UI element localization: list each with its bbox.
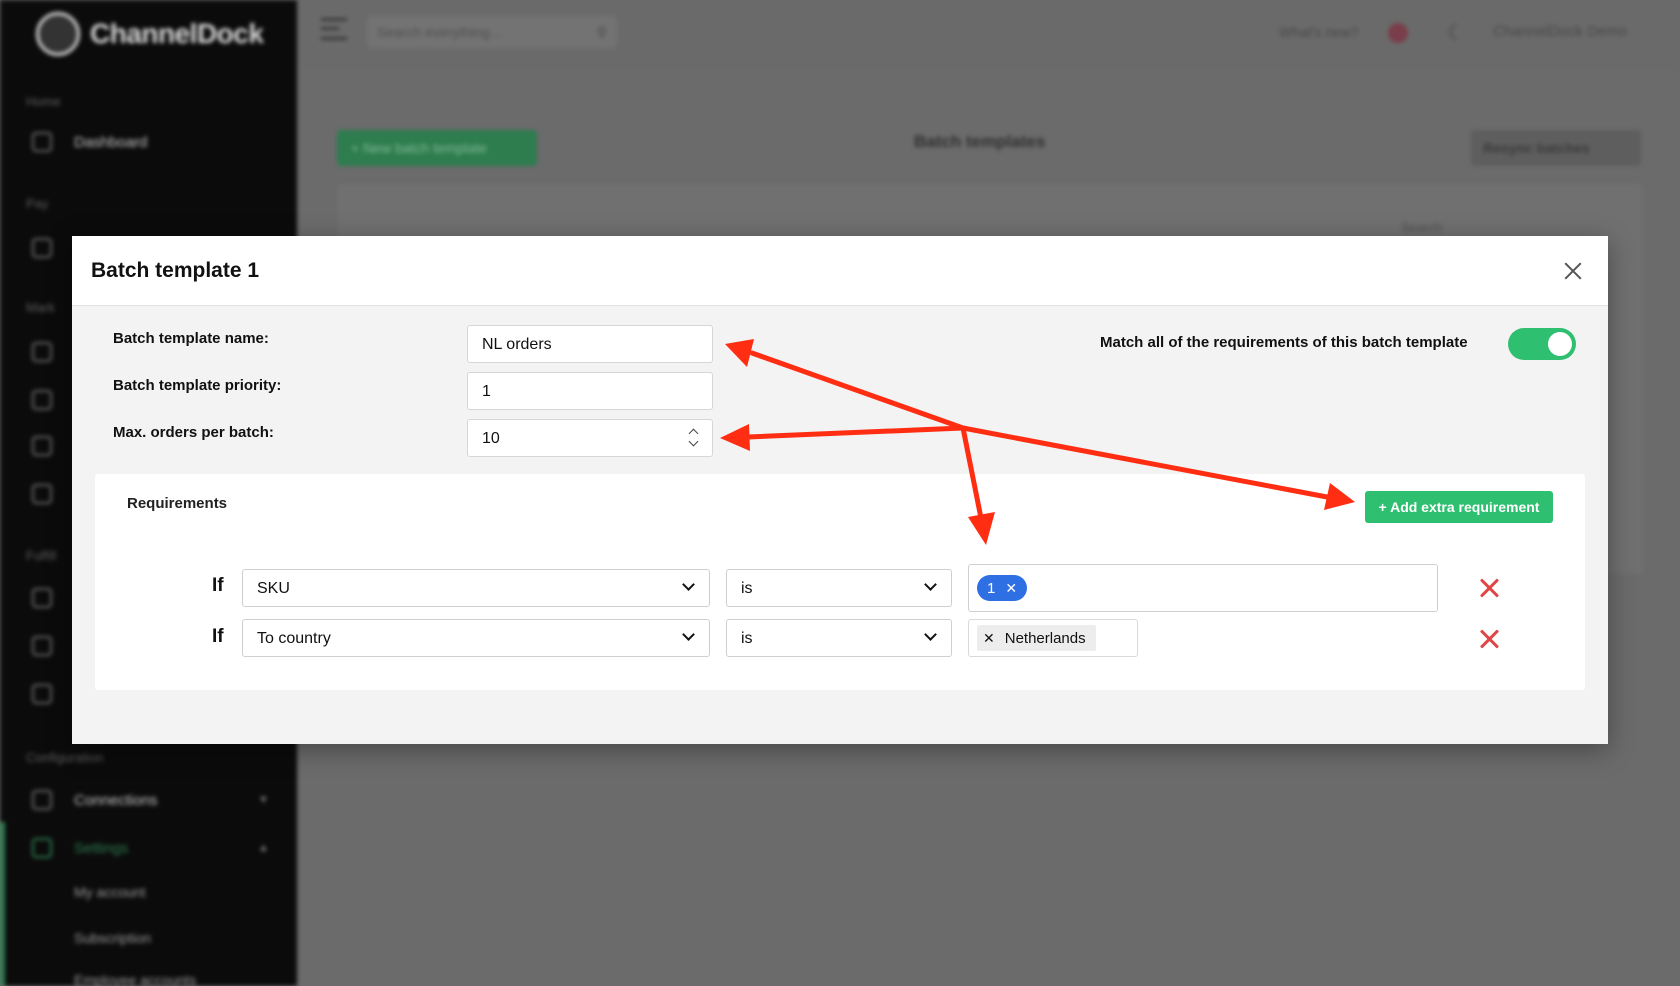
calendar-icon bbox=[32, 436, 52, 456]
sidebar-item-label: Dashboard bbox=[74, 133, 148, 151]
match-all-toggle[interactable] bbox=[1508, 328, 1576, 360]
template-priority-input[interactable]: 1 bbox=[467, 372, 713, 410]
settings-icon bbox=[32, 838, 52, 858]
delete-requirement-icon[interactable] bbox=[1477, 576, 1501, 600]
chevron-down-icon bbox=[924, 628, 937, 641]
active-indicator bbox=[0, 822, 5, 986]
globe-icon bbox=[32, 390, 52, 410]
menu-icon[interactable] bbox=[321, 18, 347, 40]
modal-title: Batch template 1 bbox=[91, 259, 260, 282]
template-priority-label: Batch template priority: bbox=[113, 377, 282, 394]
batch-template-modal: Batch template 1 Batch template name: NL… bbox=[72, 236, 1608, 744]
template-name-input[interactable]: NL orders bbox=[467, 325, 713, 363]
sidebar-item-1[interactable] bbox=[32, 342, 52, 362]
sidebar-subitem-employee-accounts[interactable]: Employee accounts bbox=[74, 972, 196, 986]
toggle-knob bbox=[1548, 332, 1572, 356]
remove-value-icon[interactable]: ✕ bbox=[983, 630, 995, 647]
max-orders-label: Max. orders per batch: bbox=[113, 424, 274, 441]
topbar: Search everything... ⚲ What's new? ☾ Cha… bbox=[297, 0, 1680, 66]
chevron-down-icon bbox=[924, 578, 937, 591]
settings-gear-icon bbox=[32, 684, 52, 704]
requirements-panel: Requirements + Add extra requirement If … bbox=[95, 474, 1585, 690]
logo-icon bbox=[36, 12, 80, 56]
requirement-if-label: If bbox=[212, 626, 224, 647]
close-icon[interactable] bbox=[1556, 254, 1590, 288]
value-tag-label: Netherlands bbox=[1004, 629, 1086, 647]
max-orders-value: 10 bbox=[482, 430, 500, 447]
dark-mode-icon[interactable]: ☾ bbox=[1447, 20, 1465, 45]
sidebar-item-2[interactable] bbox=[32, 390, 52, 410]
logo: ChannelDock bbox=[36, 12, 264, 56]
requirement-field-value: To country bbox=[257, 630, 331, 647]
delete-requirement-icon[interactable] bbox=[1477, 627, 1501, 651]
template-name-label: Batch template name: bbox=[113, 330, 269, 347]
sidebar-item-cart[interactable] bbox=[32, 238, 52, 258]
remove-value-icon[interactable]: ✕ bbox=[1005, 580, 1017, 597]
new-batch-template-button[interactable]: + New batch template bbox=[337, 130, 537, 166]
grid-icon bbox=[32, 588, 52, 608]
add-extra-requirement-button[interactable]: + Add extra requirement bbox=[1365, 491, 1553, 523]
resync-batches-button[interactable]: Resync batches bbox=[1471, 130, 1641, 166]
requirements-title: Requirements bbox=[127, 495, 228, 512]
requirement-operator-select[interactable]: is bbox=[726, 569, 952, 607]
chevron-down-icon bbox=[682, 578, 695, 591]
sidebar-section-mark: Mark bbox=[26, 300, 55, 315]
requirement-operator-value: is bbox=[741, 580, 753, 597]
chevron-up-icon: ▲ bbox=[258, 842, 269, 854]
page-title: Batch templates bbox=[914, 132, 1046, 151]
user-menu[interactable]: ChannelDock Demo bbox=[1493, 23, 1627, 40]
number-stepper-icon[interactable] bbox=[688, 429, 700, 447]
search-label: Search bbox=[1401, 220, 1443, 235]
sidebar-section-home: Home bbox=[26, 94, 61, 109]
sidebar-section-pay: Pay bbox=[26, 196, 49, 211]
requirement-operator-select[interactable]: is bbox=[726, 619, 952, 657]
sidebar-subitem-my-account[interactable]: My account bbox=[74, 884, 146, 900]
sidebar-item-3[interactable] bbox=[32, 436, 52, 456]
chat-icon bbox=[32, 636, 52, 656]
max-orders-input[interactable]: 10 bbox=[467, 419, 713, 457]
box-icon bbox=[32, 342, 52, 362]
value-pill-label: 1 bbox=[987, 579, 996, 597]
dashboard-icon bbox=[32, 132, 52, 152]
whats-new-link[interactable]: What's new? bbox=[1279, 24, 1359, 40]
requirement-field-value: SKU bbox=[257, 580, 290, 597]
sidebar-item-dashboard[interactable]: Dashboard bbox=[32, 132, 147, 152]
requirement-field-select[interactable]: SKU bbox=[242, 569, 710, 607]
search-input[interactable]: Search everything... ⚲ bbox=[367, 16, 617, 48]
search-icon: ⚲ bbox=[596, 24, 607, 40]
requirement-if-label: If bbox=[212, 575, 224, 596]
logo-text: ChannelDock bbox=[90, 18, 264, 49]
sidebar-item-label: Connections bbox=[74, 791, 158, 809]
flag-icon[interactable] bbox=[1388, 23, 1408, 43]
sidebar-section-configuration: Configuration bbox=[26, 750, 104, 765]
sync-icon bbox=[32, 484, 52, 504]
sidebar-item-4[interactable] bbox=[32, 484, 52, 504]
value-tag: ✕ Netherlands bbox=[977, 625, 1096, 651]
sidebar-item-7[interactable] bbox=[32, 684, 52, 704]
sidebar-item-connections[interactable]: Connections ▼ bbox=[32, 790, 269, 810]
requirement-field-select[interactable]: To country bbox=[242, 619, 710, 657]
match-all-label: Match all of the requirements of this ba… bbox=[1100, 334, 1468, 351]
value-pill: 1 ✕ bbox=[977, 575, 1028, 601]
sidebar-item-settings[interactable]: Settings ▲ bbox=[32, 838, 269, 858]
requirement-values-input[interactable]: 1 ✕ bbox=[968, 564, 1438, 612]
sidebar-item-6[interactable] bbox=[32, 636, 52, 656]
chevron-down-icon bbox=[682, 628, 695, 641]
chevron-down-icon: ▼ bbox=[258, 794, 269, 806]
sidebar-item-label: Settings bbox=[74, 839, 129, 857]
requirement-operator-value: is bbox=[741, 630, 753, 647]
sidebar-item-5[interactable] bbox=[32, 588, 52, 608]
modal-header: Batch template 1 bbox=[72, 236, 1608, 306]
search-placeholder: Search everything... bbox=[377, 24, 502, 40]
cart-icon bbox=[32, 238, 52, 258]
sidebar-section-fulfill: Fulfill bbox=[26, 548, 57, 563]
sidebar-subitem-subscription[interactable]: Subscription bbox=[74, 930, 151, 946]
requirement-values-input[interactable]: ✕ Netherlands bbox=[968, 619, 1138, 657]
share-icon bbox=[32, 790, 52, 810]
